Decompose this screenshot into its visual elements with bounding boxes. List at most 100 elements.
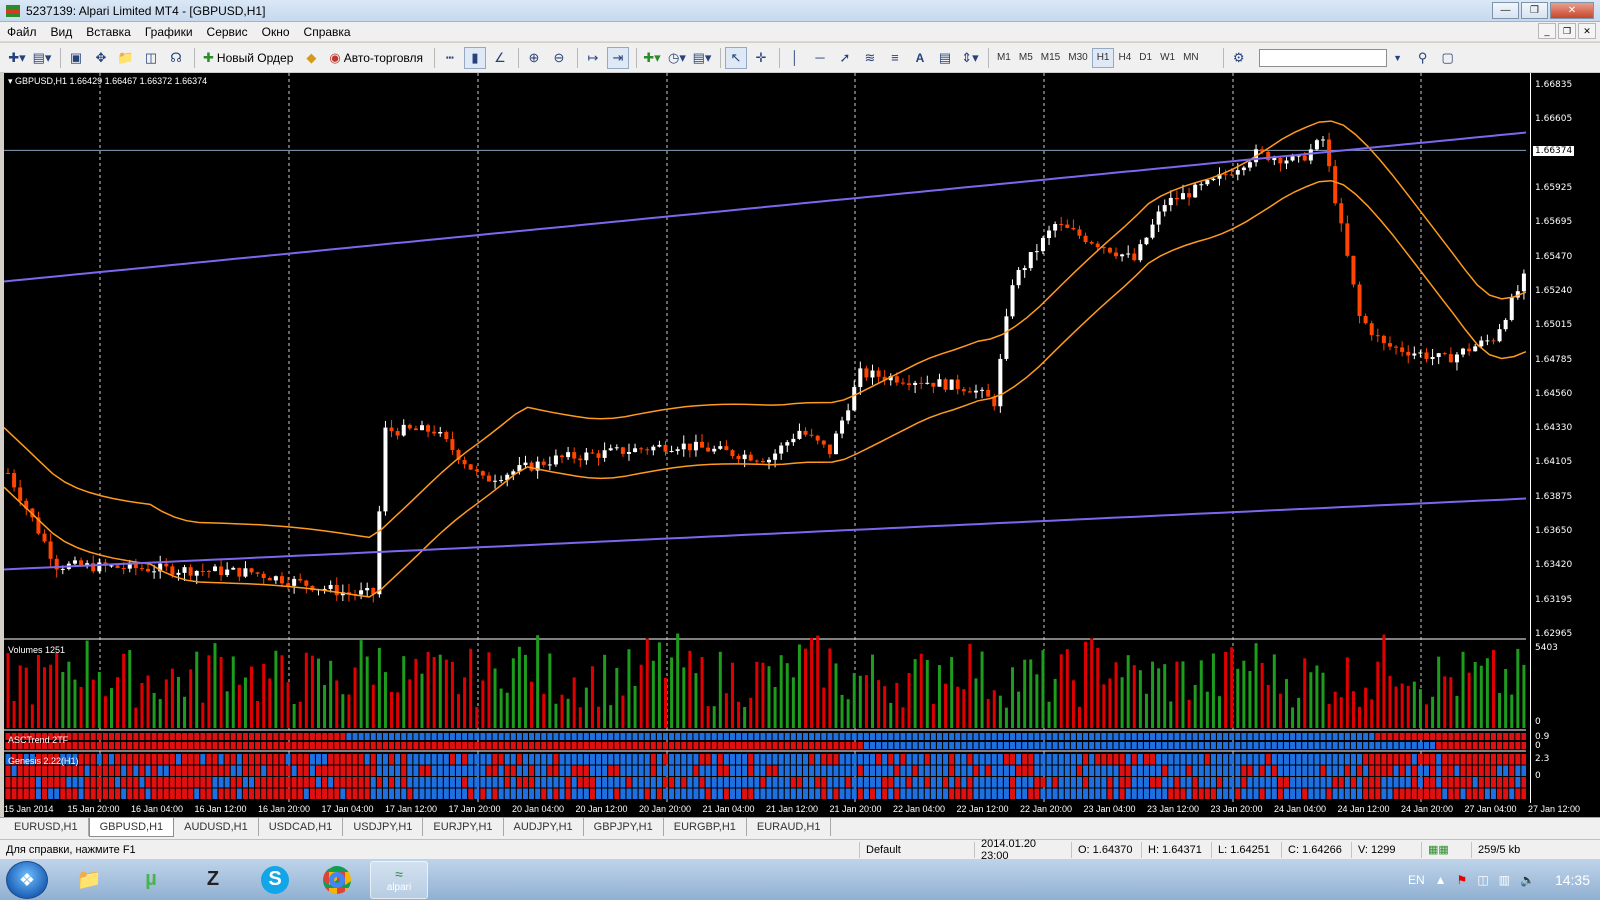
genesis-cell <box>626 788 632 799</box>
tf-h4[interactable]: H4 <box>1114 48 1135 68</box>
candle-body <box>584 452 589 461</box>
candle-body <box>1448 354 1453 363</box>
tf-m30[interactable]: M30 <box>1064 48 1091 68</box>
genesis-cell <box>389 788 395 799</box>
asctrend-cell <box>1466 742 1472 749</box>
terminal-button[interactable]: ◫ <box>140 47 162 69</box>
new-chart-button[interactable]: ✚▾ <box>6 47 28 69</box>
restore-button[interactable]: ❐ <box>1521 2 1548 19</box>
mdi-restore-button[interactable]: ❐ <box>1558 23 1576 39</box>
tf-m5[interactable]: M5 <box>1015 48 1037 68</box>
search-dropdown-button[interactable]: ▼ <box>1387 47 1409 69</box>
start-button[interactable]: ❖ <box>6 860 48 899</box>
crosshair-button[interactable]: ✛ <box>750 47 772 69</box>
utorrent-task[interactable]: µ <box>122 861 180 899</box>
indicators-button[interactable]: ✚▾ <box>641 47 663 69</box>
minimize-button[interactable]: — <box>1492 2 1519 19</box>
new-order-button[interactable]: ✚ Новый Ордер <box>199 47 297 69</box>
chart-tab[interactable]: USDJPY,H1 <box>343 818 424 836</box>
clock[interactable]: 14:35 <box>1555 872 1590 888</box>
menu-window[interactable]: Окно <box>255 25 297 39</box>
power-icon[interactable]: ◫ <box>1477 873 1488 887</box>
show-hidden-icons-icon[interactable]: ▲ <box>1435 873 1447 887</box>
genesis-cell <box>23 765 29 776</box>
alpari-task[interactable]: ≈ alpari <box>370 860 428 899</box>
zoom-out-button[interactable]: ⊖ <box>548 47 570 69</box>
mdi-minimize-button[interactable]: _ <box>1538 23 1556 39</box>
chart-tab[interactable]: GBPJPY,H1 <box>584 818 664 836</box>
language-indicator[interactable]: EN <box>1408 873 1425 887</box>
skype-task[interactable]: S <box>246 861 304 899</box>
zenmate-task[interactable]: Z <box>184 861 242 899</box>
explorer-task[interactable]: 📁 <box>60 861 118 899</box>
cursor-button[interactable]: ↖ <box>724 46 747 69</box>
tf-w1[interactable]: W1 <box>1156 48 1179 68</box>
options-button[interactable]: ⚙ <box>1228 47 1250 69</box>
navigator-button[interactable]: 📁 <box>115 47 137 69</box>
candle-chart-button[interactable]: ▮ <box>463 46 486 69</box>
line-chart-button[interactable]: ∠ <box>489 47 511 69</box>
close-button[interactable]: ✕ <box>1550 2 1594 19</box>
candle-body <box>1503 319 1508 330</box>
metaeditor-button[interactable]: ◆ <box>300 47 322 69</box>
community-button[interactable]: ▢ <box>1437 47 1459 69</box>
text-label-button[interactable]: ▤ <box>934 47 956 69</box>
market-watch-button[interactable]: ▣ <box>65 47 87 69</box>
arrows-button[interactable]: ⇕▾ <box>959 47 981 69</box>
chart-tab[interactable]: AUDJPY,H1 <box>504 818 584 836</box>
genesis-cell <box>620 754 626 765</box>
search-button[interactable]: ⚲ <box>1412 47 1434 69</box>
genesis-cell <box>1235 777 1241 788</box>
zoom-in-button[interactable]: ⊕ <box>523 47 545 69</box>
tf-mn[interactable]: MN <box>1179 48 1203 68</box>
menu-tools[interactable]: Сервис <box>200 25 255 39</box>
chart-area[interactable]: ▾ GBPUSD,H1 1.66429 1.66467 1.66372 1.66… <box>4 73 1600 803</box>
asctrend-cell <box>425 742 431 749</box>
auto-trading-label: Авто-торговля <box>343 50 423 65</box>
horizontal-line-button[interactable]: ─ <box>809 47 831 69</box>
tf-h1[interactable]: H1 <box>1091 47 1115 68</box>
autoscroll-icon: ↦ <box>587 49 599 65</box>
tester-button[interactable]: ☊ <box>165 47 187 69</box>
genesis-cell <box>1119 788 1125 799</box>
search-input[interactable] <box>1258 48 1387 67</box>
menu-charts[interactable]: Графики <box>138 25 200 39</box>
chrome-task[interactable] <box>308 861 366 899</box>
bar-chart-button[interactable]: ┅ <box>439 47 461 69</box>
auto-trading-button[interactable]: ◉ Авто-торговля <box>325 47 427 69</box>
menu-insert[interactable]: Вставка <box>79 25 138 39</box>
vertical-line-button[interactable]: │ <box>784 47 806 69</box>
chart-tab[interactable]: EURGBP,H1 <box>664 818 747 836</box>
genesis-cell <box>1186 754 1192 765</box>
trendline-button[interactable]: ➚ <box>834 47 856 69</box>
mdi-close-button[interactable]: ✕ <box>1578 23 1596 39</box>
menu-view[interactable]: Вид <box>44 25 80 39</box>
flag-icon[interactable]: ⚑ <box>1457 873 1468 887</box>
tf-d1[interactable]: D1 <box>1135 48 1156 68</box>
genesis-cell <box>1466 765 1472 776</box>
periods-button[interactable]: ◷▾ <box>666 47 688 69</box>
volume-icon[interactable]: 🔈 <box>1520 873 1535 887</box>
tf-m15[interactable]: M15 <box>1037 48 1064 68</box>
profiles-button[interactable]: ▤▾ <box>31 47 53 69</box>
templates-button[interactable]: ▤▾ <box>691 47 713 69</box>
chart-tab[interactable]: USDCAD,H1 <box>259 818 344 836</box>
chart-tab[interactable]: EURUSD,H1 <box>4 818 89 836</box>
fibonacci-button[interactable]: ≡ <box>884 47 906 69</box>
chart-shift-button[interactable]: ⇥ <box>606 46 629 69</box>
chart-tab[interactable]: EURAUD,H1 <box>747 818 832 836</box>
chart-tab[interactable]: AUDUSD,H1 <box>174 818 259 836</box>
menu-help[interactable]: Справка <box>297 25 358 39</box>
data-window-button[interactable]: ✥ <box>90 47 112 69</box>
equidistant-channel-button[interactable]: ≋ <box>859 47 881 69</box>
tf-m1[interactable]: M1 <box>993 48 1015 68</box>
network-icon[interactable]: ▥ <box>1499 873 1510 887</box>
chart-tab[interactable]: EURJPY,H1 <box>423 818 504 836</box>
text-tool-button[interactable]: A <box>909 47 931 69</box>
menu-file[interactable]: Файл <box>0 25 44 39</box>
asctrend-cell <box>1174 733 1180 740</box>
asctrend-cell <box>1308 733 1314 740</box>
asctrend-cell <box>687 742 693 749</box>
autoscroll-button[interactable]: ↦ <box>582 47 604 69</box>
chart-tab[interactable]: GBPUSD,H1 <box>88 818 175 837</box>
